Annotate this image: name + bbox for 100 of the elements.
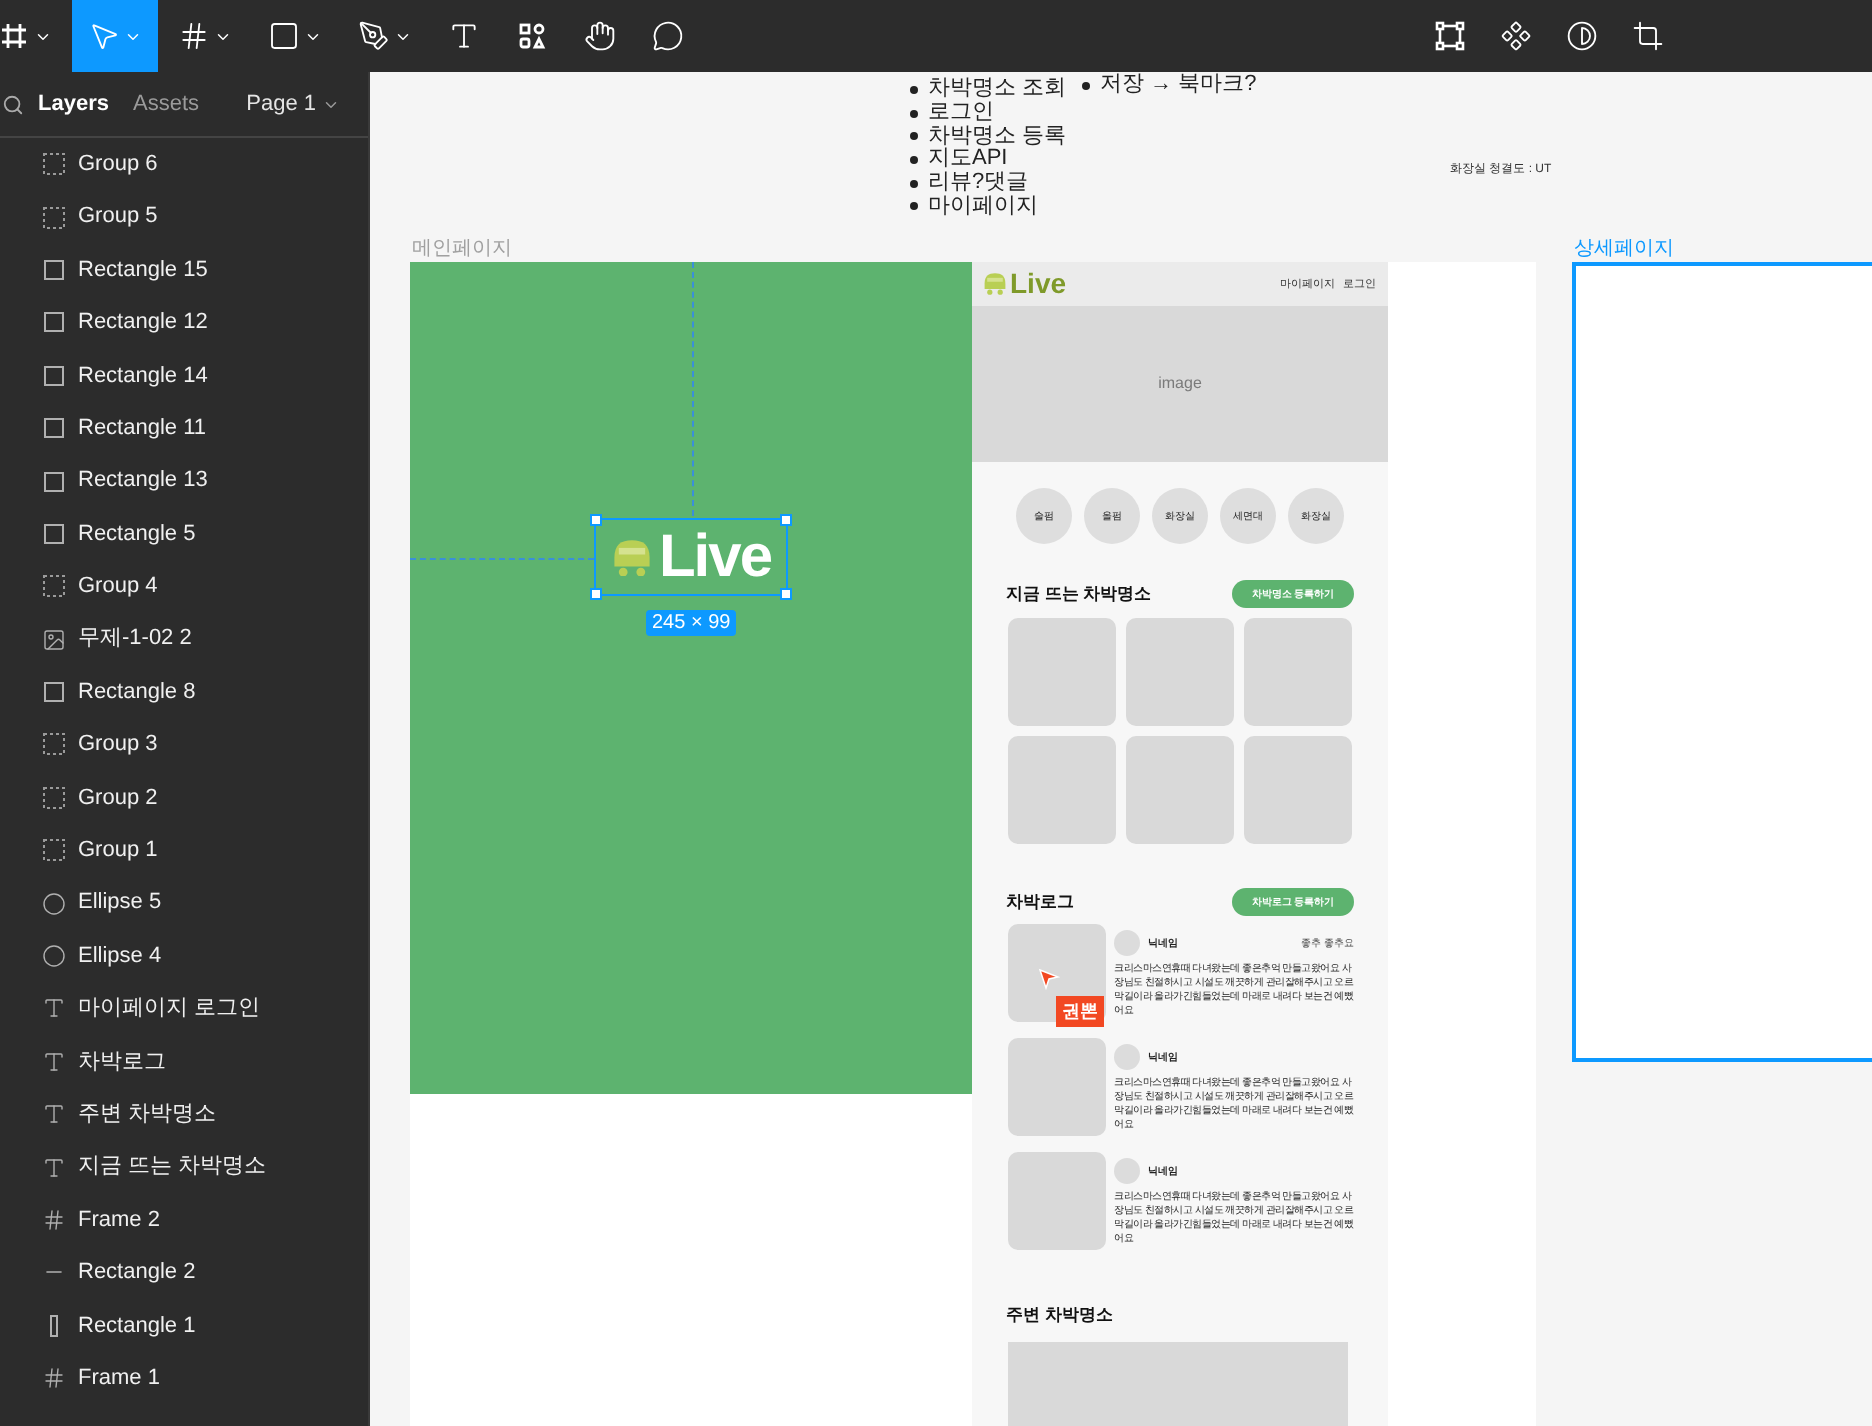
hand-icon [584,20,616,52]
layer-row[interactable]: Ellipse 4 [0,929,368,983]
layer-name: Group 2 [78,783,158,814]
layer-row[interactable]: Frame 2 [0,1193,368,1247]
layer-row[interactable]: Rectangle 15 [0,243,368,297]
bullet-icon [1082,81,1090,90]
square-icon [268,20,300,52]
layer-name: Rectangle 1 [78,1311,196,1342]
bullet-icon [910,85,918,94]
search-icon[interactable] [2,93,24,115]
layer-name: Rectangle 8 [78,677,196,708]
text-icon [42,1155,66,1180]
avatar [1114,1044,1140,1070]
layer-row[interactable]: 무제-1-02 2 [0,613,368,666]
layer-name: Group 6 [78,149,158,180]
note-text: 마이페이지 [928,195,1038,218]
avatar [1114,930,1140,956]
bullet-icon [910,155,918,164]
square-icon [42,310,66,335]
layer-name: Group 1 [78,836,158,867]
layer-row[interactable]: 지금 뜨는 차박명소 [0,1140,368,1194]
logo-text: Live [658,527,772,587]
image-icon [42,627,66,652]
dashed-square-icon [42,205,66,230]
crop-icon [1632,20,1664,52]
detail-frame[interactable] [1572,262,1872,1062]
note-text: 지도API [928,148,1008,171]
frame-selection-icon [1434,20,1466,52]
resize-handle[interactable] [590,514,602,526]
layer-name: Frame 1 [78,1363,160,1394]
note-text: 리뷰?댓글 [928,172,1029,195]
pen-icon [358,20,390,52]
log-thumbnail[interactable] [1008,1038,1106,1136]
layer-name: Frame 2 [78,1205,160,1236]
square-icon [42,469,66,494]
square-icon [42,257,66,282]
bullet-icon [910,132,918,141]
collaborator-label: 권뽄 [1056,996,1104,1027]
layer-row[interactable]: Rectangle 2 [0,1246,368,1300]
avatar [1114,1158,1140,1184]
panel-tab[interactable]: Layers [38,87,109,121]
frame-icon [42,1208,66,1232]
layer-row[interactable]: Group 2 [0,771,368,825]
dashed-square-icon [42,838,66,863]
layer-name: 주변 차박명소 [78,1099,217,1130]
layer-row[interactable]: Group 3 [0,718,368,772]
text-icon [42,1102,66,1127]
layer-row[interactable]: Rectangle 8 [0,665,368,719]
layer-row[interactable]: 주변 차박명소 [0,1088,368,1141]
resize-handle[interactable] [780,588,792,600]
text-icon [42,996,66,1021]
layer-row[interactable]: Rectangle 13 [0,454,368,508]
layer-name: Rectangle 5 [78,519,196,550]
layer-row[interactable]: Rectangle 5 [0,507,368,561]
layer-row[interactable]: Frame 1 [0,1351,368,1405]
layer-name: Rectangle 13 [78,466,208,497]
circle-icon [42,944,66,969]
main-frame[interactable] [410,262,1536,1426]
layer-row[interactable]: 차박로그 [0,1035,368,1089]
resize-handle[interactable] [590,588,602,600]
note-text: 로그인 [928,102,994,125]
text-icon [42,1049,66,1074]
layer-row[interactable]: Group 4 [0,560,368,614]
text-tool-icon [448,20,480,52]
square-icon [42,416,66,441]
log-thumbnail[interactable]: 권뽄 [1008,924,1106,1022]
layer-name: 마이페이지 로그인 [78,994,261,1025]
page-selector[interactable]: Page 1 [246,87,340,121]
layer-row[interactable]: Group 1 [0,824,368,877]
layer-row[interactable]: 마이페이지 로그인 [0,982,368,1036]
layer-row[interactable]: Rectangle 14 [0,349,368,402]
layer-name: Ellipse 5 [78,888,162,919]
layer-name: 무제-1-02 2 [78,624,192,655]
layer-name: Rectangle 12 [78,308,208,339]
layer-name: Rectangle 2 [78,1258,196,1289]
logo-text: Live [1010,270,1067,298]
section-title: 주변 차박명소 [1006,1303,1115,1328]
layer-row[interactable]: Rectangle 12 [0,296,368,350]
bus-icon [610,537,655,577]
layer-row[interactable]: Rectangle 1 [0,1299,368,1352]
layer-name: Group 5 [78,202,158,233]
bullet-icon [910,109,918,118]
resize-handle[interactable] [780,514,792,526]
layer-name: Group 3 [78,730,158,761]
layer-row[interactable]: Group 6 [0,138,368,191]
layer-row[interactable]: Group 5 [0,190,368,244]
layer-name: Group 4 [78,572,158,603]
note-text: 차박명소 등록 [928,125,1067,148]
layer-name: 지금 뜨는 차박명소 [78,1152,267,1183]
layer-name: Rectangle 11 [78,413,207,444]
layer-row[interactable]: Ellipse 5 [0,876,368,930]
note-text: 차박명소 조회 [928,78,1067,101]
square-icon [42,521,66,546]
layer-name: Rectangle 14 [78,361,208,391]
cursor-icon [1038,968,1060,990]
log-thumbnail[interactable] [1008,1152,1106,1250]
component-icon [1500,20,1532,52]
panel-tab[interactable]: Assets [132,87,199,121]
dashed-square-icon [42,732,66,757]
layer-row[interactable]: Rectangle 11 [0,401,368,455]
